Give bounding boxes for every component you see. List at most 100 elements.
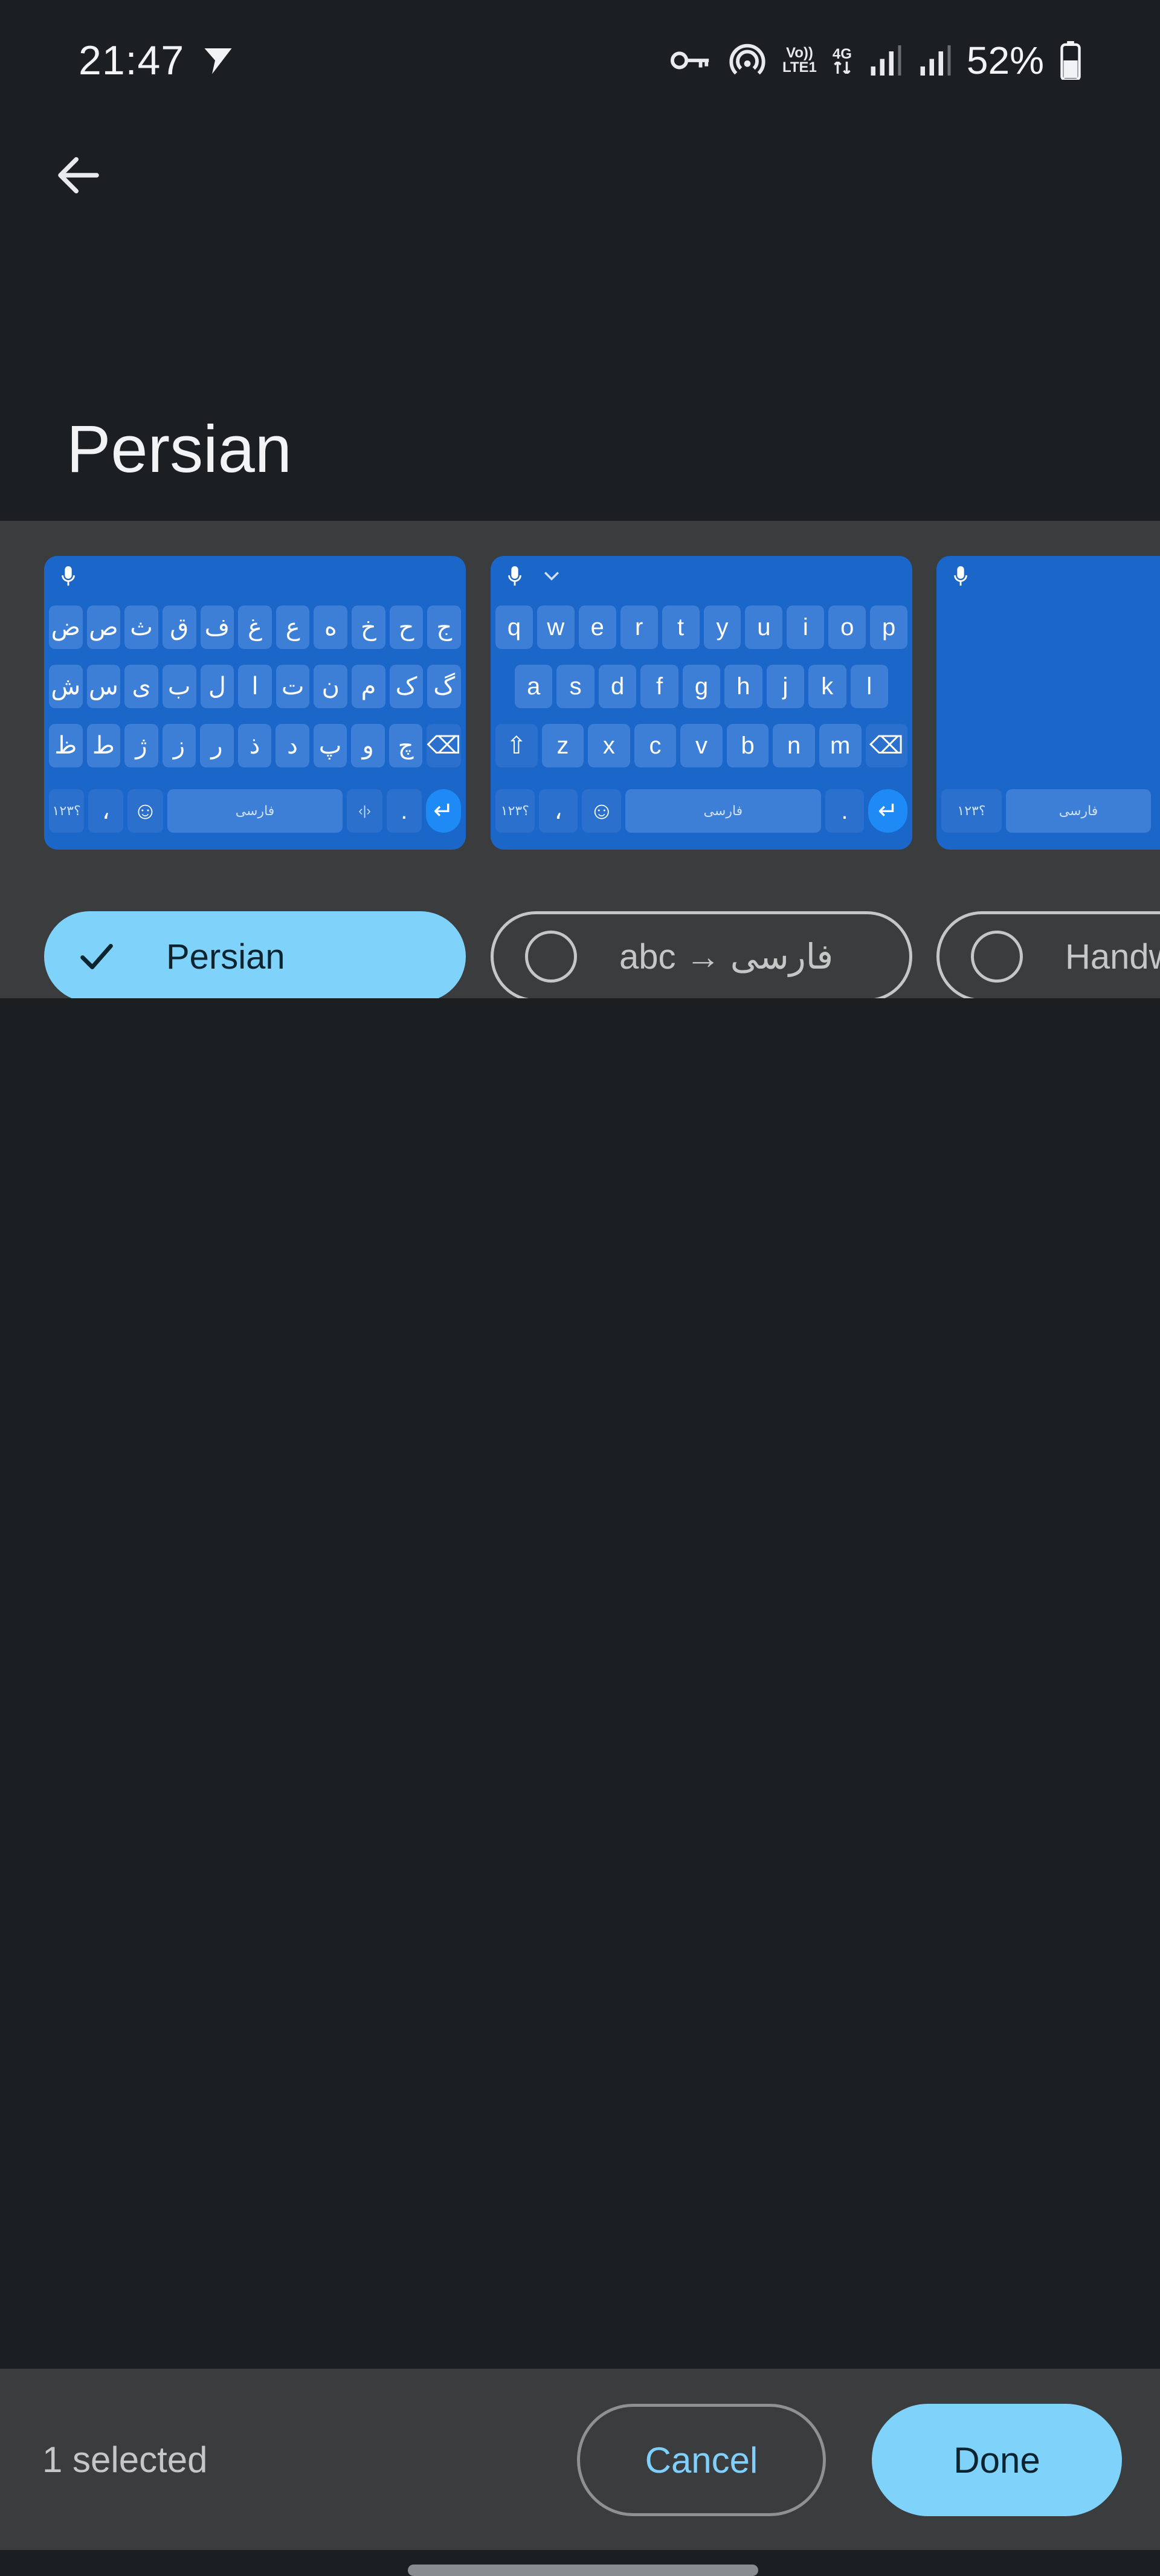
kb-key-enter: ↵	[868, 789, 908, 833]
home-indicator[interactable]	[408, 2565, 758, 2576]
kb-key-comma: ،	[88, 789, 124, 833]
layout-option-label: Persian	[166, 937, 285, 976]
kb-key: u	[745, 605, 783, 649]
kb-key-backspace: ⌫	[427, 724, 462, 767]
kb-key: q	[495, 605, 533, 649]
kb-key: ن	[314, 665, 348, 708]
layout-selector-strip[interactable]: ض ص ث ق ف غ ع ه خ ح ج ش س ی ب ل ا ت ن م …	[0, 521, 1160, 998]
mic-icon	[62, 566, 75, 586]
kb-key: l	[850, 665, 888, 708]
network-type-icon: Vo)) LTE1	[782, 46, 817, 75]
status-time: 21:47	[79, 37, 185, 83]
kb-toolbar	[61, 564, 76, 589]
mic-icon	[954, 566, 967, 586]
radio-unchecked-icon	[971, 931, 1023, 983]
layout-card-handwriting[interactable]: ؟۱۲۳ فارسی Handwriting	[936, 556, 1160, 998]
kb-key: ج	[427, 605, 462, 649]
kb-key-space: فارسی	[625, 789, 821, 833]
location-arrow-icon	[200, 42, 236, 79]
chevron-down-icon	[544, 572, 559, 581]
keyboard-preview-qwerty: q w e r t y u i o p a s d f g h j k l ⇧ …	[491, 556, 912, 850]
kb-key: j	[766, 665, 805, 708]
keyboard-preview-persian: ض ص ث ق ف غ ع ه خ ح ج ش س ی ب ل ا ت ن م …	[44, 556, 466, 850]
hotspot-icon	[728, 41, 767, 80]
status-right: Vo)) LTE1 4G 52%	[670, 38, 1081, 83]
radio-unchecked-icon	[525, 931, 577, 983]
kb-key: f	[640, 665, 678, 708]
kb-key: ی	[124, 665, 158, 708]
kb-key: ر	[200, 724, 234, 767]
battery-percent: 52%	[966, 39, 1044, 82]
kb-row-bottom: ؟۱۲۳ ، ☺ فارسی . ↵	[495, 789, 908, 833]
kb-key: p	[870, 605, 908, 649]
kb-key: گ	[427, 665, 462, 708]
kb-key-symbols: ؟۱۲۳	[941, 789, 1002, 833]
kb-key: ا	[238, 665, 272, 708]
kb-row-bottom: ؟۱۲۳ فارسی	[941, 789, 1159, 833]
kb-key: ث	[124, 605, 158, 649]
network-bottom-label: LTE1	[782, 59, 817, 76]
kb-key: پ	[313, 724, 347, 767]
layout-option-persian[interactable]: Persian	[44, 911, 466, 998]
page-title: Persian	[66, 412, 292, 486]
kb-key: ژ	[124, 724, 158, 767]
layout-option-label: Handwriting	[1065, 937, 1160, 976]
network-gen-icon: 4G	[833, 47, 852, 74]
kb-toolbar	[507, 564, 559, 589]
kb-key: م	[352, 665, 385, 708]
kb-key-backspace: ⌫	[865, 724, 908, 767]
kb-toolbar	[953, 564, 968, 589]
kb-key: ظ	[49, 724, 83, 767]
kb-key: س	[86, 665, 121, 708]
layout-option-handwriting[interactable]: Handwriting	[936, 911, 1160, 998]
kb-row-2: ش س ی ب ل ا ت ن م ک گ	[49, 665, 462, 708]
kb-key-cursor: ‹|›	[347, 789, 382, 833]
back-button[interactable]	[42, 139, 115, 211]
kb-key: s	[556, 665, 594, 708]
vpn-key-icon	[670, 45, 712, 76]
kb-key: w	[536, 605, 575, 649]
done-button[interactable]: Done	[872, 2404, 1122, 2516]
kb-key-enter: ↵	[425, 789, 462, 833]
kb-key: ت	[276, 665, 310, 708]
kb-key-space: فارسی	[1006, 789, 1151, 833]
layout-card-transliteration[interactable]: q w e r t y u i o p a s d f g h j k l ⇧ …	[491, 556, 912, 998]
signal-sim2-icon	[917, 45, 951, 76]
kb-key: ف	[200, 605, 234, 649]
kb-row-1: ض ص ث ق ف غ ع ه خ ح ج	[49, 605, 462, 649]
status-bar: 21:47 Vo)) LTE1 4G 52%	[0, 0, 1160, 121]
network-top-label: Vo))	[786, 45, 813, 61]
layout-option-transliteration[interactable]: abc → فارسی	[491, 911, 912, 998]
kb-key: z	[541, 724, 584, 767]
kb-key-comma: ،	[538, 789, 578, 833]
kb-key: ع	[276, 605, 310, 649]
kb-key-symbols: ؟۱۲۳	[49, 789, 85, 833]
kb-key: h	[724, 665, 762, 708]
check-icon	[80, 944, 113, 969]
network-gen-label: 4G	[832, 46, 852, 62]
kb-key: m	[819, 724, 862, 767]
keyboard-preview-handwriting: ؟۱۲۳ فارسی	[936, 556, 1160, 850]
kb-key-period: .	[825, 789, 865, 833]
kb-key: ک	[389, 665, 424, 708]
kb-key: y	[703, 605, 741, 649]
layout-card-persian[interactable]: ض ص ث ق ف غ ع ه خ ح ج ش س ی ب ل ا ت ن م …	[44, 556, 466, 998]
kb-key: د	[276, 724, 309, 767]
status-left: 21:47	[79, 37, 236, 84]
kb-key: v	[680, 724, 723, 767]
kb-key: o	[828, 605, 866, 649]
kb-key: k	[808, 665, 846, 708]
kb-key: i	[787, 605, 825, 649]
kb-key: ذ	[237, 724, 272, 767]
kb-key-symbols: ؟۱۲۳	[495, 789, 535, 833]
signal-sim1-icon	[868, 45, 901, 76]
kb-key: ص	[86, 605, 121, 649]
kb-row-1: q w e r t y u i o p	[495, 605, 908, 649]
kb-key: ش	[49, 665, 83, 708]
kb-key: b	[726, 724, 769, 767]
cancel-button[interactable]: Cancel	[577, 2404, 826, 2516]
kb-key-emoji: ☺	[127, 789, 163, 833]
kb-key: g	[682, 665, 721, 708]
kb-key: ه	[314, 605, 348, 649]
layout-option-label: abc → فارسی	[619, 937, 834, 976]
